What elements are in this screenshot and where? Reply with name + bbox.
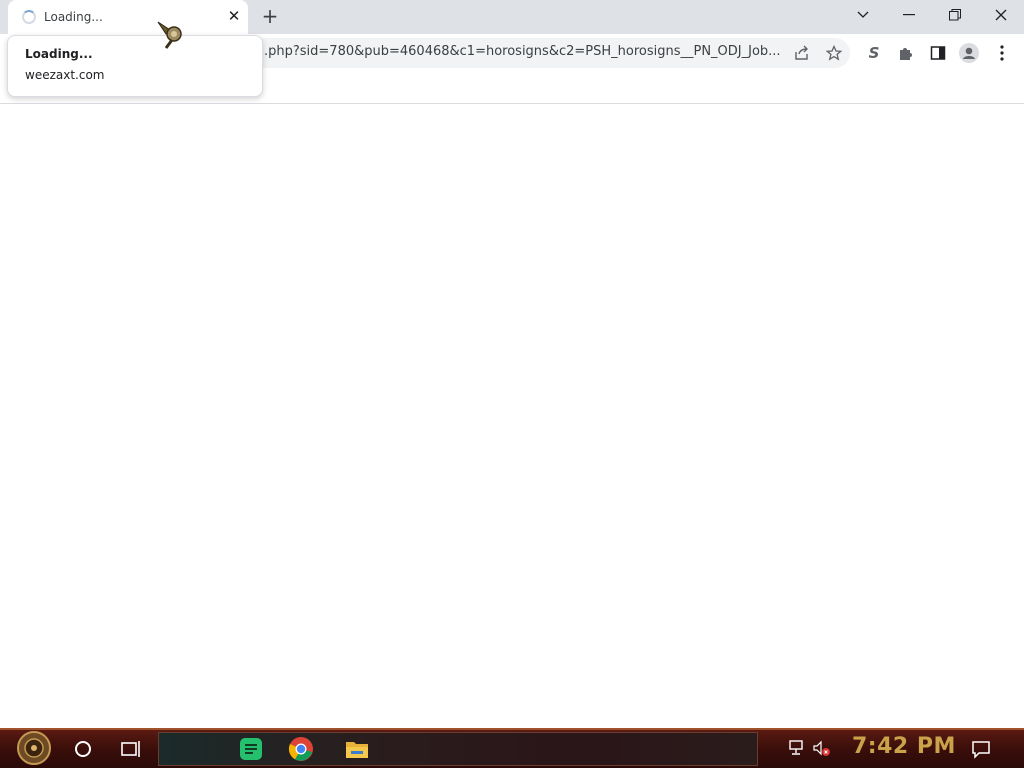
notification-icon[interactable] bbox=[970, 738, 992, 760]
taskbar-clock[interactable]: 7:42 PM bbox=[852, 734, 956, 759]
menu-icon[interactable] bbox=[991, 42, 1013, 64]
new-tab-button[interactable]: + bbox=[258, 5, 282, 29]
minimize-button[interactable] bbox=[886, 0, 932, 30]
loading-spinner-icon bbox=[22, 10, 36, 24]
toolbar-divider bbox=[0, 103, 1024, 104]
notes-app-icon[interactable] bbox=[237, 735, 265, 763]
side-panel-icon[interactable] bbox=[927, 42, 949, 64]
extension-s-icon[interactable]: S bbox=[863, 42, 885, 64]
hover-card-domain: weezaxt.com bbox=[25, 68, 105, 82]
chrome-icon[interactable] bbox=[287, 735, 315, 763]
steampunk-cursor-icon bbox=[157, 21, 182, 49]
browser-tab[interactable]: Loading... ✕ bbox=[8, 0, 248, 34]
extensions-puzzle-icon[interactable] bbox=[895, 42, 917, 64]
restore-button[interactable] bbox=[932, 0, 978, 30]
file-explorer-icon[interactable] bbox=[343, 735, 371, 763]
bookmark-star-icon[interactable] bbox=[823, 42, 845, 64]
profile-icon[interactable] bbox=[958, 42, 980, 64]
hover-card-title: Loading... bbox=[25, 47, 93, 61]
tab-close-icon[interactable]: ✕ bbox=[224, 6, 244, 26]
tab-search-button[interactable] bbox=[840, 0, 886, 30]
url-text[interactable]: .php?sid=780&pub=460468&c1=horosigns&c2=… bbox=[264, 44, 784, 59]
start-icon[interactable] bbox=[10, 730, 58, 766]
share-icon[interactable] bbox=[791, 42, 813, 64]
task-view-icon[interactable] bbox=[118, 736, 144, 762]
tab-hover-card: Loading... weezaxt.com bbox=[7, 35, 263, 97]
network-icon[interactable] bbox=[788, 739, 806, 757]
volume-muted-icon[interactable] bbox=[812, 739, 830, 757]
tab-title: Loading... bbox=[44, 10, 103, 24]
search-icon[interactable] bbox=[70, 736, 96, 762]
window-close-button[interactable] bbox=[978, 0, 1024, 30]
